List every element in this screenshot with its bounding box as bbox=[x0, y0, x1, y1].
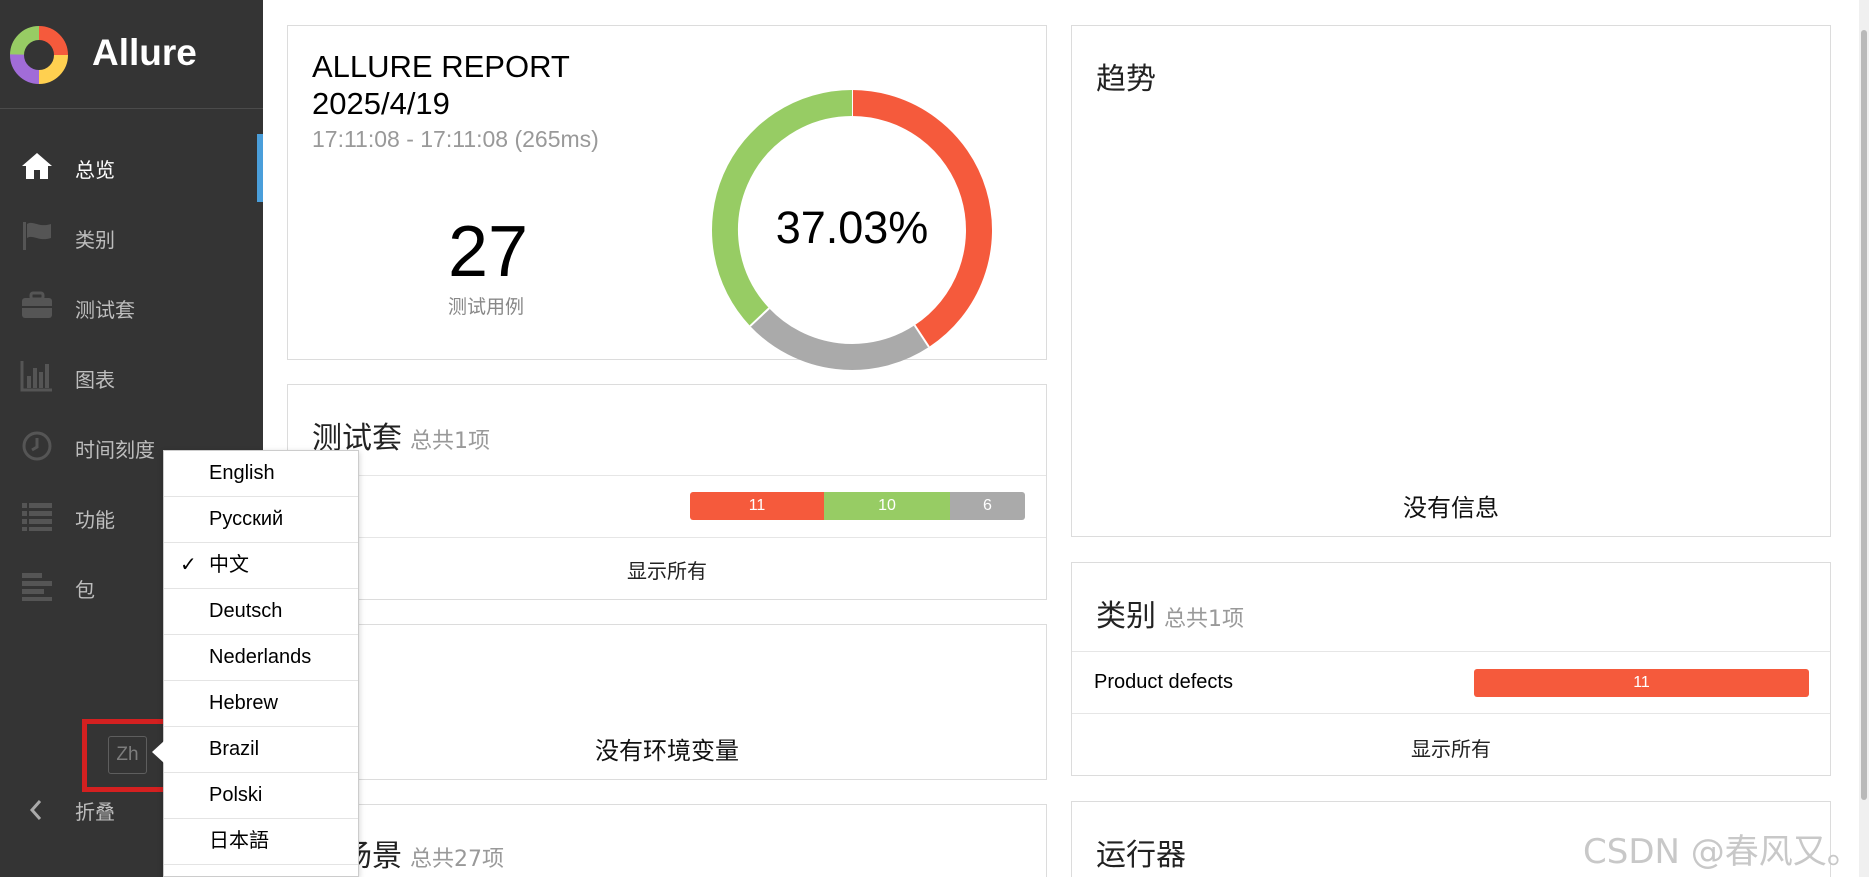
suites-widget: 测试套总共1项 ases 11 10 6 显示所有 bbox=[287, 384, 1047, 600]
language-dropdown: English Русский ✓ 中文 Deutsch Nederlands H… bbox=[152, 450, 359, 877]
report-title-line1: ALLURE REPORT bbox=[312, 49, 570, 84]
flag-icon bbox=[23, 222, 51, 250]
trend-empty-message: 没有信息 bbox=[1403, 494, 1499, 522]
skipped-arc[interactable] bbox=[750, 308, 929, 370]
language-option-hebrew[interactable]: Hebrew bbox=[164, 681, 358, 727]
collapse-label: 折叠 bbox=[75, 800, 115, 824]
categories-title-text: 类别 bbox=[1096, 599, 1156, 634]
trend-title: 趋势 bbox=[1096, 62, 1156, 97]
suite-status-bar: 11 10 6 bbox=[690, 492, 1025, 520]
scrollbar-thumb[interactable] bbox=[1861, 30, 1867, 800]
failed-segment: 11 bbox=[1474, 669, 1809, 697]
language-option-label: Русский bbox=[209, 508, 284, 530]
report-time-range: 17:11:08 - 17:11:08 (265ms) bbox=[312, 126, 599, 152]
language-option-label: English bbox=[209, 462, 275, 484]
divider bbox=[288, 537, 1046, 538]
environment-empty-message: 没有环境变量 bbox=[595, 737, 739, 765]
allure-logo bbox=[10, 26, 68, 84]
sidebar-item-label: 测试套 bbox=[75, 298, 135, 322]
sidebar-item-label: 功能 bbox=[75, 508, 115, 532]
sidebar-item-overview[interactable]: 总览 bbox=[0, 131, 263, 202]
sidebar-item-label: 图表 bbox=[75, 368, 115, 392]
sidebar-item-label: 总览 bbox=[75, 158, 115, 182]
app-name: Allure bbox=[92, 32, 197, 73]
sidebar-item-graphs[interactable]: 图表 bbox=[0, 341, 263, 411]
pass-rate-percent: 37.03% bbox=[775, 202, 929, 253]
language-option-label: Brazil bbox=[209, 738, 260, 760]
language-option-russian[interactable]: Русский bbox=[164, 497, 358, 543]
trend-widget: 趋势 没有信息 bbox=[1071, 25, 1831, 537]
language-option-chinese[interactable]: ✓ 中文 bbox=[164, 543, 358, 589]
sidebar-item-label: 时间刻度 bbox=[75, 438, 155, 462]
total-test-label: 测试用例 bbox=[448, 296, 525, 318]
categories-show-all-link[interactable]: 显示所有 bbox=[1072, 733, 1830, 762]
check-icon: ✓ bbox=[180, 554, 197, 576]
total-test-count: 27 bbox=[448, 212, 529, 292]
briefcase-icon bbox=[22, 291, 52, 318]
language-option-english[interactable]: English bbox=[164, 451, 358, 497]
sidebar-item-categories[interactable]: 类别 bbox=[0, 201, 263, 271]
language-option-japanese[interactable]: 日本語 bbox=[164, 819, 358, 865]
suites-show-all-link[interactable]: 显示所有 bbox=[288, 555, 1046, 584]
watermark: CSDN @春风又。 bbox=[1583, 832, 1861, 872]
environment-widget: 境 没有环境变量 bbox=[287, 624, 1047, 780]
language-option-german[interactable]: Deutsch bbox=[164, 589, 358, 635]
sidebar-item-label: 类别 bbox=[75, 228, 115, 252]
language-option-label: Hebrew bbox=[209, 692, 278, 714]
suite-row[interactable]: ases 11 10 6 bbox=[288, 475, 1046, 537]
vertical-scrollbar[interactable] bbox=[1859, 0, 1869, 877]
home-icon bbox=[22, 153, 52, 179]
suites-count: 总共1项 bbox=[410, 429, 490, 454]
passed-segment: 10 bbox=[824, 492, 950, 520]
features-widget: 性场景总共27项 bbox=[287, 804, 1047, 877]
bar-chart-icon bbox=[20, 361, 52, 392]
align-left-icon bbox=[22, 573, 52, 601]
sidebar-item-suites[interactable]: 测试套 bbox=[0, 271, 263, 341]
summary-widget: ALLURE REPORT 2025/4/19 17:11:08 - 17:11… bbox=[287, 25, 1047, 370]
list-icon bbox=[22, 503, 52, 531]
language-option-label: Polski bbox=[209, 784, 263, 806]
brand-header: Allure bbox=[0, 0, 263, 109]
chevron-left-icon bbox=[29, 800, 42, 820]
category-status-bar: 11 bbox=[1474, 669, 1809, 697]
features-count: 总共27项 bbox=[410, 847, 504, 872]
sidebar-item-label: 包 bbox=[75, 578, 95, 602]
report-date: 2025/4/19 bbox=[312, 86, 450, 121]
failed-segment: 11 bbox=[690, 492, 824, 520]
executors-title: 运行器 bbox=[1096, 838, 1186, 873]
language-option-label: Nederlands bbox=[209, 646, 312, 668]
language-option-dutch[interactable]: Nederlands bbox=[164, 635, 358, 681]
clock-icon bbox=[22, 431, 52, 461]
category-row[interactable]: Product defects 11 bbox=[1072, 651, 1830, 713]
categories-count: 总共1项 bbox=[1164, 607, 1244, 632]
language-option-label: 日本語 bbox=[209, 830, 269, 852]
divider bbox=[1072, 713, 1830, 714]
report-title: ALLURE REPORT 2025/4/19 bbox=[312, 48, 570, 122]
category-row-label: Product defects bbox=[1094, 671, 1233, 693]
categories-widget: 类别 总共1项 Product defects 11 显示所有 bbox=[1071, 562, 1831, 776]
language-option-label: Deutsch bbox=[209, 600, 283, 622]
skipped-segment: 6 bbox=[950, 492, 1025, 520]
categories-title: 类别 总共1项 bbox=[1096, 591, 1244, 635]
main-content: ALLURE REPORT 2025/4/19 17:11:08 - 17:11… bbox=[263, 0, 1869, 877]
language-option-polish[interactable]: Polski bbox=[164, 773, 358, 819]
language-option-brazil[interactable]: Brazil bbox=[164, 727, 358, 773]
language-option-label: 中文 bbox=[209, 554, 249, 576]
